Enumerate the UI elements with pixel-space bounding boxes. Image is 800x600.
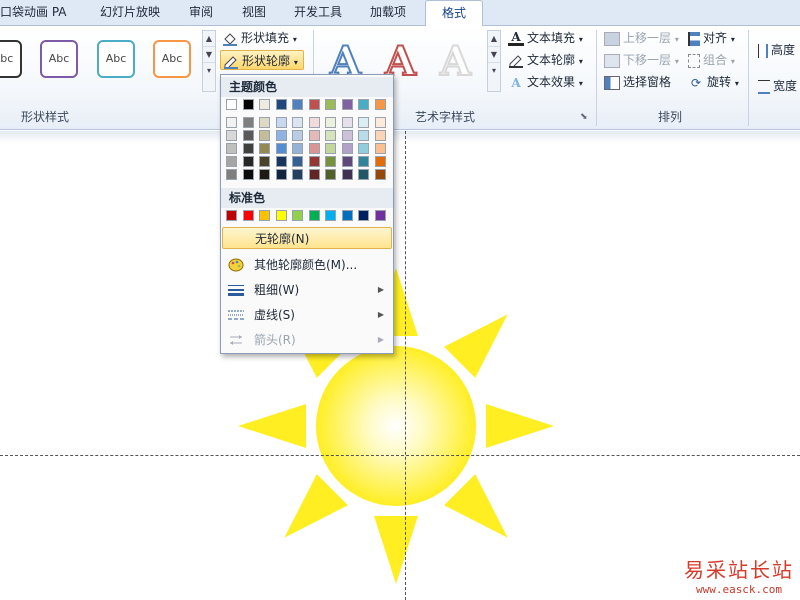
sun-ray	[238, 404, 306, 448]
theme-shade-swatch[interactable]	[308, 156, 320, 167]
theme-shade-swatch[interactable]	[259, 143, 270, 154]
theme-shade-swatch[interactable]	[325, 130, 336, 141]
theme-shade-swatch[interactable]	[226, 117, 237, 128]
standard-color-swatch[interactable]	[292, 210, 303, 221]
theme-shade-swatch[interactable]	[292, 143, 303, 154]
theme-shade-swatch[interactable]	[308, 169, 320, 180]
theme-shade-swatch[interactable]	[226, 169, 237, 180]
theme-shade-swatch[interactable]	[341, 169, 353, 180]
theme-shade-swatch[interactable]	[242, 117, 254, 128]
theme-shade-swatch[interactable]	[325, 169, 336, 180]
theme-color-swatch[interactable]	[358, 99, 369, 110]
theme-shade-swatch[interactable]	[341, 117, 353, 128]
theme-shade-swatch[interactable]	[341, 156, 353, 167]
theme-shade-swatch[interactable]	[341, 143, 353, 154]
standard-color-swatch[interactable]	[374, 210, 386, 221]
submenu-arrow-icon: ▶	[377, 285, 384, 294]
theme-shade-swatch[interactable]	[292, 117, 303, 128]
theme-shade-swatch[interactable]	[275, 117, 287, 128]
theme-shade-swatch[interactable]	[374, 169, 386, 180]
theme-shade-swatch[interactable]	[374, 117, 386, 128]
more-outline-colors-item[interactable]: 其他轮廓颜色(M)...	[222, 254, 392, 276]
submenu-arrow-icon: ▶	[377, 310, 384, 319]
sun-ray	[374, 516, 418, 584]
line-weight-item[interactable]: 粗细(W) ▶	[222, 279, 392, 301]
theme-shade-swatch[interactable]	[358, 143, 369, 154]
standard-color-swatch[interactable]	[325, 210, 336, 221]
standard-color-swatch[interactable]	[308, 210, 320, 221]
theme-color-swatch[interactable]	[292, 99, 303, 110]
theme-shade-swatch[interactable]	[308, 143, 320, 154]
theme-shade-swatch[interactable]	[374, 156, 386, 167]
horizontal-guide-line[interactable]	[0, 455, 800, 456]
theme-color-swatch[interactable]	[308, 99, 320, 110]
standard-color-swatch[interactable]	[341, 210, 353, 221]
theme-shade-swatch[interactable]	[292, 130, 303, 141]
arrows-icon	[230, 335, 242, 345]
watermark-text: 易采站长站	[684, 558, 794, 582]
standard-color-swatch[interactable]	[275, 210, 287, 221]
theme-shade-swatch[interactable]	[358, 169, 369, 180]
standard-color-swatch[interactable]	[358, 210, 369, 221]
theme-shade-swatch[interactable]	[226, 130, 237, 141]
standard-color-swatch[interactable]	[226, 210, 237, 221]
sun-ray	[486, 404, 554, 448]
theme-shade-swatch[interactable]	[242, 143, 254, 154]
theme-shade-swatch[interactable]	[226, 143, 237, 154]
theme-color-swatch[interactable]	[325, 99, 336, 110]
theme-shade-swatch[interactable]	[242, 169, 254, 180]
theme-color-swatch[interactable]	[341, 99, 353, 110]
standard-color-swatch[interactable]	[242, 210, 254, 221]
standard-color-swatch[interactable]	[259, 210, 270, 221]
theme-shade-swatch[interactable]	[275, 130, 287, 141]
watermark-url: www.easck.com	[695, 583, 783, 596]
theme-shade-swatch[interactable]	[292, 156, 303, 167]
theme-shade-swatch[interactable]	[259, 117, 270, 128]
sun-shape[interactable]	[0, 0, 800, 600]
theme-shade-swatch[interactable]	[325, 156, 336, 167]
theme-shade-swatch[interactable]	[275, 143, 287, 154]
theme-color-swatch[interactable]	[275, 99, 287, 110]
sun-disc	[316, 346, 476, 506]
line-weight-icon	[228, 285, 244, 296]
theme-shade-swatch[interactable]	[226, 156, 237, 167]
theme-shade-swatch[interactable]	[358, 130, 369, 141]
theme-shade-swatch[interactable]	[275, 169, 287, 180]
sun-ray	[444, 474, 508, 538]
theme-shade-swatch[interactable]	[308, 117, 320, 128]
theme-shade-swatch[interactable]	[325, 143, 336, 154]
theme-shade-swatch[interactable]	[358, 156, 369, 167]
dashes-item[interactable]: 虚线(S) ▶	[222, 304, 392, 326]
theme-shade-swatch[interactable]	[374, 130, 386, 141]
theme-shade-swatch[interactable]	[325, 117, 336, 128]
arrows-item[interactable]: 箭头(R) ▶	[222, 329, 392, 351]
no-outline-item[interactable]: 无轮廓(N)	[222, 227, 392, 249]
theme-shade-swatch[interactable]	[259, 156, 270, 167]
theme-colors-header: 主题颜色	[221, 77, 393, 97]
theme-shade-swatch[interactable]	[275, 156, 287, 167]
theme-shade-swatch[interactable]	[358, 117, 369, 128]
site-watermark: 易采站长站 www.easck.com	[684, 554, 794, 596]
theme-shade-swatch[interactable]	[374, 143, 386, 154]
sun-ray	[444, 314, 508, 378]
theme-shade-swatch[interactable]	[292, 169, 303, 180]
theme-shade-swatch[interactable]	[242, 156, 254, 167]
theme-shade-swatch[interactable]	[308, 130, 320, 141]
theme-shade-swatch[interactable]	[259, 169, 270, 180]
color-palette-icon	[228, 258, 244, 272]
theme-shade-swatch[interactable]	[341, 130, 353, 141]
standard-colors-header: 标准色	[221, 188, 393, 208]
theme-color-swatch[interactable]	[374, 99, 386, 110]
vertical-guide-line[interactable]	[405, 131, 406, 600]
dash-style-icon	[228, 310, 244, 320]
theme-shade-swatch[interactable]	[242, 130, 254, 141]
shape-outline-dropdown: 主题颜色 标准色 无轮廓(N) 其他轮廓颜色(M)... 粗细(W) ▶ 虚线(…	[220, 74, 394, 354]
theme-shade-swatch[interactable]	[259, 130, 270, 141]
theme-color-swatch[interactable]	[259, 99, 270, 110]
theme-color-swatch[interactable]	[226, 99, 237, 110]
sun-ray	[284, 474, 348, 538]
theme-color-swatch[interactable]	[242, 99, 254, 110]
submenu-arrow-icon: ▶	[377, 335, 384, 344]
